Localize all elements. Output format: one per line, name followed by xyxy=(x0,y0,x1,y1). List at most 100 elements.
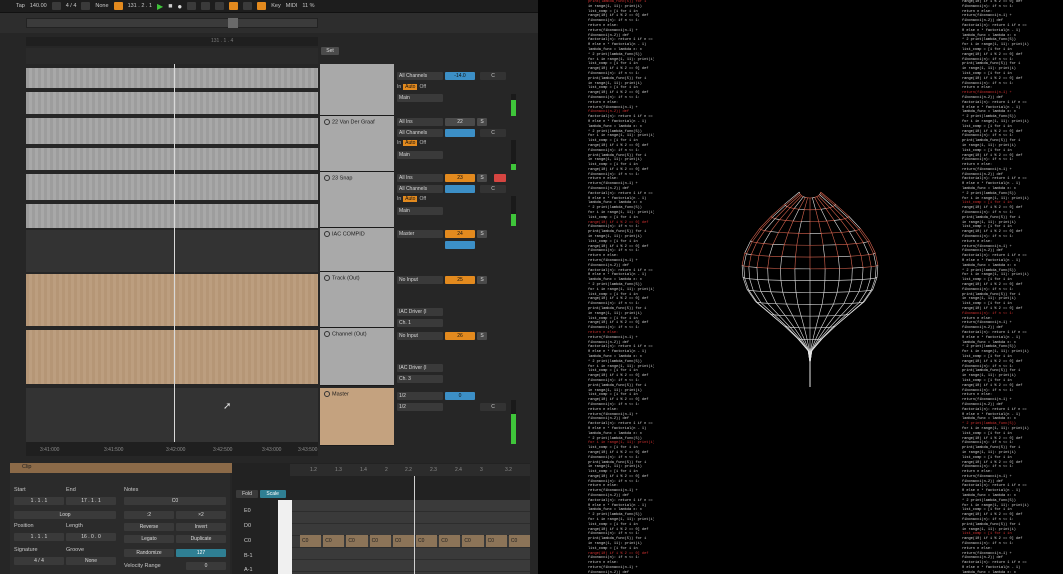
input-type-select[interactable]: No Input xyxy=(397,276,443,284)
clip-lane-9[interactable] xyxy=(26,330,318,384)
key-map-icon[interactable] xyxy=(257,2,267,10)
midi-note[interactable]: C0 xyxy=(439,535,461,547)
draw-mode-icon[interactable] xyxy=(229,2,239,10)
output-select[interactable]: Main xyxy=(397,207,443,215)
solo-button[interactable]: S xyxy=(477,174,487,182)
track-activator[interactable]: 22 xyxy=(445,118,475,126)
half-button[interactable]: :2 xyxy=(124,511,174,519)
midi-note[interactable]: C0 xyxy=(485,535,507,547)
input-type-select[interactable]: No Input xyxy=(397,332,443,340)
fold-icon[interactable] xyxy=(324,391,330,397)
monitor-switch[interactable]: In Auto Off xyxy=(397,196,426,202)
output-select[interactable]: Main xyxy=(397,151,443,159)
note-editor-ruler[interactable]: 1.2 1.3 1.4 2 2.2 2.3 2.4 3 3.2 xyxy=(290,464,530,476)
fold-icon[interactable] xyxy=(324,175,330,181)
track-header-3[interactable]: IAC COMPID xyxy=(320,228,394,272)
midi-channel-select[interactable]: Ch. 3 xyxy=(397,375,443,383)
pencil-icon[interactable] xyxy=(243,2,253,10)
fold-icon[interactable] xyxy=(324,331,330,337)
track-activator[interactable]: 26 xyxy=(445,332,475,340)
midi-note[interactable]: C0 xyxy=(416,535,438,547)
track-header-2[interactable]: 23 Snap xyxy=(320,172,394,228)
pan-knob[interactable]: C xyxy=(480,403,506,411)
signature-field[interactable]: 4 / 4 xyxy=(66,3,77,9)
groove-select[interactable]: None xyxy=(66,557,116,565)
pan-knob[interactable]: C xyxy=(480,129,506,137)
track-header-4[interactable]: Track (Out) xyxy=(320,272,394,328)
double-button[interactable]: ×2 xyxy=(176,511,226,519)
tempo-field[interactable]: 140.00 xyxy=(30,3,47,9)
loop-toggle[interactable]: Loop xyxy=(14,511,116,519)
track-volume[interactable] xyxy=(445,185,475,193)
fold-icon[interactable] xyxy=(324,119,330,125)
midi-to-select[interactable]: IAC Driver (I xyxy=(397,364,443,372)
input-type-select[interactable]: All Ins xyxy=(397,118,443,126)
midi-to-select[interactable]: IAC Driver (I xyxy=(397,308,443,316)
pan-knob[interactable]: C xyxy=(480,72,506,80)
randomize-button[interactable]: Randomize xyxy=(124,549,174,557)
clip-lane-4[interactable] xyxy=(26,148,318,170)
monitor-switch[interactable]: In Auto Off xyxy=(397,140,426,146)
locator-bar[interactable]: 131 . 1 . 4 xyxy=(26,37,318,46)
arrangement-record-icon[interactable] xyxy=(113,2,123,10)
arrangement-overview[interactable] xyxy=(26,18,318,28)
randomize-amount[interactable]: 127 xyxy=(176,549,226,557)
length-field[interactable]: 16 . 0 . 0 xyxy=(66,533,116,541)
midi-note[interactable]: C0 xyxy=(346,535,368,547)
solo-button[interactable]: S xyxy=(477,118,487,126)
midi-map-button[interactable]: MIDI xyxy=(286,3,298,9)
position-field[interactable]: 1 . 1 . 1 xyxy=(14,533,64,541)
duplicate-button[interactable]: Duplicate xyxy=(176,535,226,543)
midi-note[interactable]: C0 xyxy=(323,535,345,547)
clip-lane-6[interactable] xyxy=(26,204,318,228)
monitor-off[interactable]: Off xyxy=(419,84,426,90)
monitor-in[interactable]: In xyxy=(397,196,401,202)
overdub-icon[interactable] xyxy=(187,2,197,10)
clip-lane-8[interactable] xyxy=(26,274,318,326)
midi-note[interactable]: C0 xyxy=(462,535,484,547)
input-channel-select[interactable]: All Channels xyxy=(397,185,443,193)
monitor-auto[interactable]: Auto xyxy=(403,140,418,146)
automation-icon[interactable] xyxy=(201,2,211,10)
arm-button[interactable] xyxy=(494,174,506,182)
input-type-select[interactable]: All Ins xyxy=(397,174,443,182)
monitor-switch[interactable]: In Auto Off xyxy=(397,84,426,90)
input-select[interactable]: 1/2 xyxy=(397,392,443,400)
clip-lane-5[interactable] xyxy=(26,174,318,200)
track-header-0[interactable] xyxy=(320,64,394,116)
track-header-1[interactable]: 22 Van Der Graaf xyxy=(320,116,394,172)
piano-keyboard[interactable] xyxy=(278,500,292,574)
signature-field[interactable]: 4 / 4 xyxy=(14,557,64,565)
clip-lane-7[interactable] xyxy=(26,230,318,272)
clip-lane-2[interactable] xyxy=(26,92,318,114)
track-volume[interactable]: -14.0 xyxy=(445,72,475,80)
invert-button[interactable]: Invert xyxy=(176,523,226,531)
key-map-button[interactable]: Key xyxy=(271,3,280,9)
output-select[interactable]: Master xyxy=(397,230,443,238)
solo-button[interactable]: S xyxy=(477,332,487,340)
solo-button[interactable]: S xyxy=(477,276,487,284)
fold-icon[interactable] xyxy=(324,275,330,281)
master-volume[interactable]: 0 xyxy=(445,392,475,400)
scale-button[interactable]: Scale xyxy=(259,490,286,498)
track-activator[interactable]: 25 xyxy=(445,276,475,284)
track-volume[interactable] xyxy=(445,129,475,137)
start-field[interactable]: 1 . 1 . 1 xyxy=(14,497,64,505)
position-field[interactable]: 131 . 2 . 1 xyxy=(128,3,152,9)
solo-button[interactable]: S xyxy=(477,230,487,238)
quantize-menu[interactable]: None xyxy=(95,3,108,9)
midi-note[interactable]: C0 xyxy=(392,535,415,547)
output-select[interactable]: 1/2 xyxy=(397,403,443,411)
midi-note[interactable]: C0 xyxy=(508,535,531,547)
track-activator[interactable]: 23 xyxy=(445,174,475,182)
set-button[interactable]: Set xyxy=(321,47,339,55)
midi-channel-select[interactable]: Ch. 1 xyxy=(397,319,443,327)
clip-lane-1[interactable] xyxy=(26,68,318,88)
metronome-icon[interactable] xyxy=(51,2,61,10)
monitor-off[interactable]: Off xyxy=(419,196,426,202)
velocity-range-field[interactable]: 0 xyxy=(186,562,226,570)
reverse-button[interactable]: Reverse xyxy=(124,523,174,531)
track-volume[interactable] xyxy=(445,241,475,249)
input-channel-select[interactable]: All Channels xyxy=(397,72,443,80)
transpose-field[interactable]: C0 xyxy=(124,497,226,505)
